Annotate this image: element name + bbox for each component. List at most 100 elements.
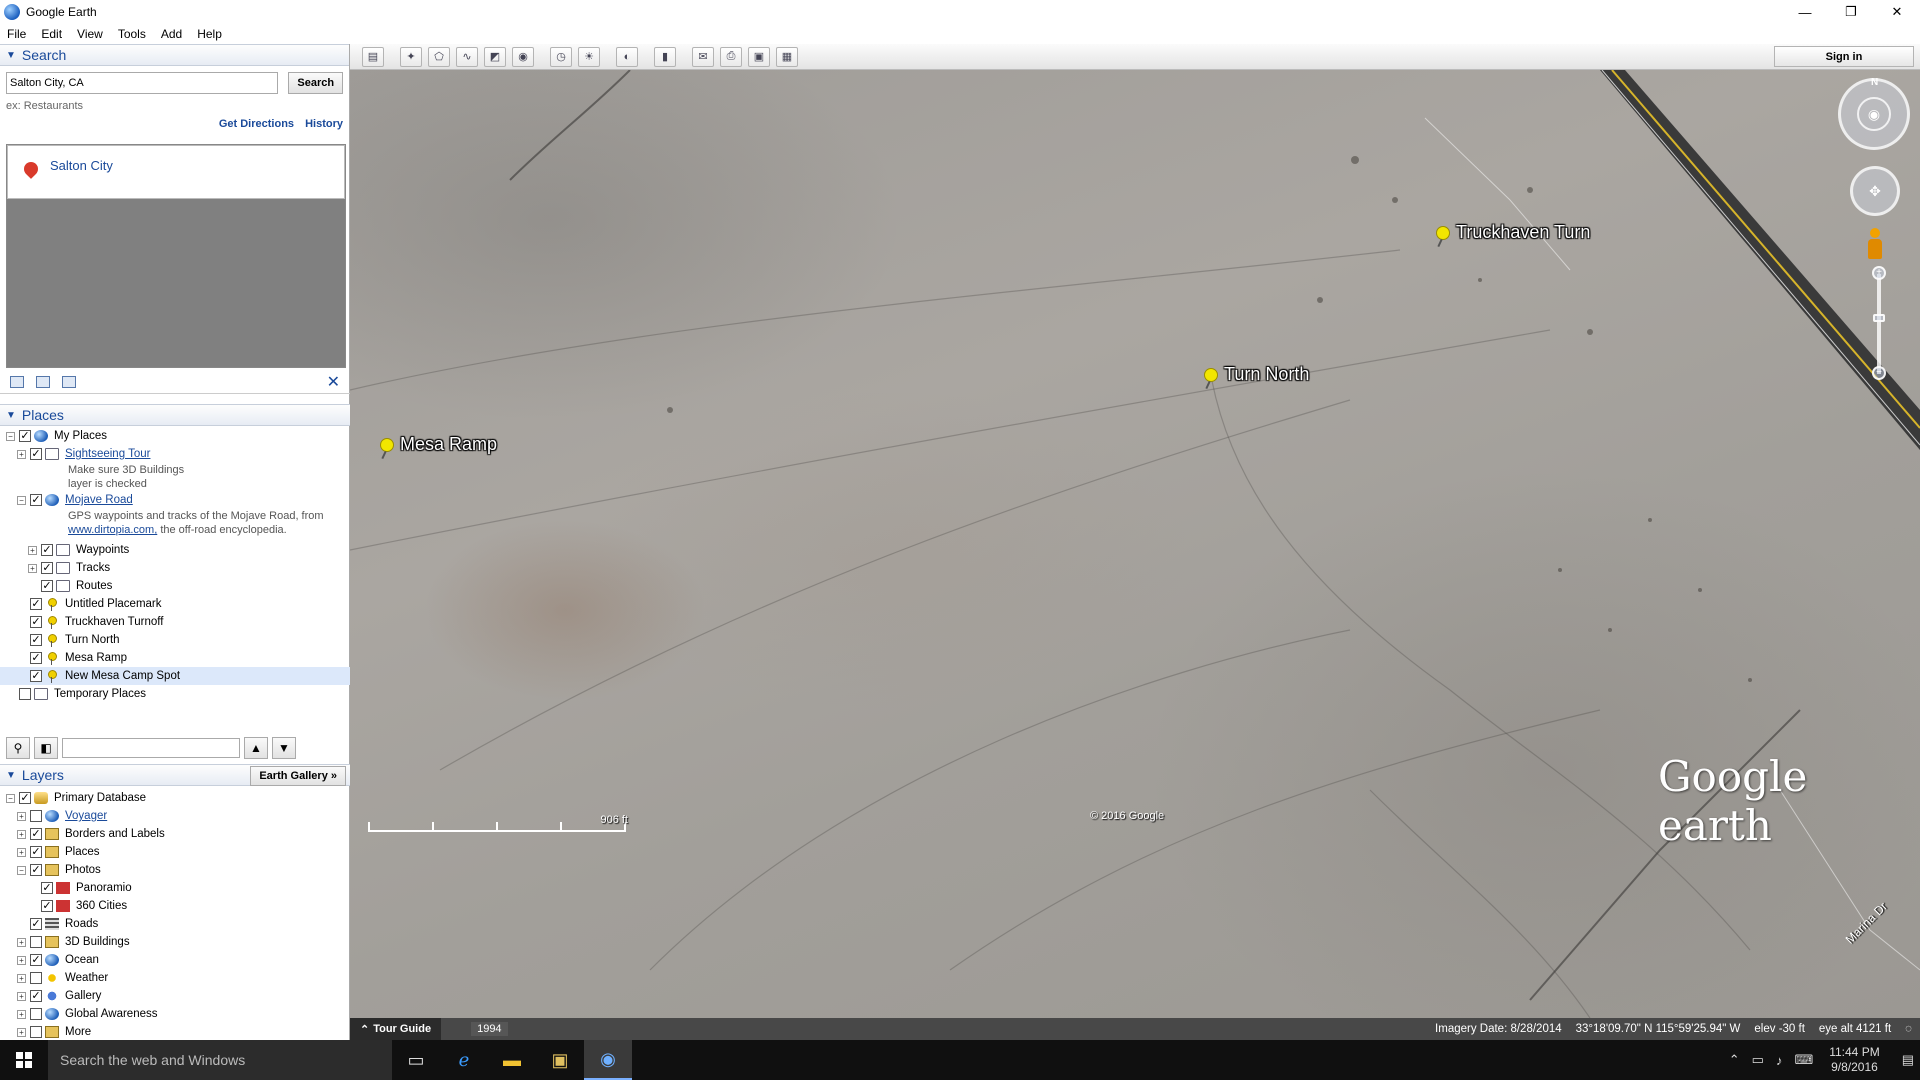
places-filter-input[interactable]	[62, 738, 240, 758]
clock[interactable]: 11:44 PM 9/8/2016	[1829, 1045, 1879, 1075]
layers-item[interactable]: ✓ 360 Cities	[0, 897, 350, 915]
expand-icon[interactable]: +	[17, 847, 26, 857]
expand-icon[interactable]: +	[17, 829, 26, 839]
look-navigation-control[interactable]: N ◉	[1838, 77, 1910, 150]
expand-icon[interactable]: +	[17, 973, 26, 983]
file-explorer-icon[interactable]: ▬	[488, 1040, 536, 1080]
layers-item[interactable]: + Global Awareness	[0, 1005, 350, 1023]
expand-icon[interactable]: +	[17, 1009, 26, 1019]
visibility-checkbox[interactable]: ✓	[30, 918, 42, 930]
visibility-checkbox[interactable]: ✓	[30, 598, 42, 610]
ruler-icon[interactable]: ▮	[654, 46, 676, 67]
menu-file[interactable]: File	[0, 27, 34, 41]
layers-item[interactable]: ✓ Roads	[0, 915, 350, 933]
record-tour-icon[interactable]: ◉	[512, 46, 534, 67]
print-results-icon[interactable]	[62, 375, 76, 388]
placemark-mesa-ramp[interactable]: Mesa Ramp	[380, 434, 497, 455]
expand-icon[interactable]: +	[17, 937, 26, 947]
polygon-icon[interactable]: ⬠	[428, 46, 450, 67]
expand-icon[interactable]: +	[17, 449, 26, 459]
layers-item[interactable]: + More	[0, 1023, 350, 1041]
layers-item[interactable]: + ✓ Ocean	[0, 951, 350, 969]
visibility-checkbox[interactable]: ✓	[30, 828, 42, 840]
sign-in-button[interactable]: Sign in	[1774, 46, 1914, 67]
layers-item[interactable]: − ✓ Photos	[0, 861, 350, 879]
visibility-checkbox[interactable]: ✓	[41, 900, 53, 912]
visibility-checkbox[interactable]: ✓	[30, 616, 42, 628]
placemark-turn-north[interactable]: Turn North	[1204, 364, 1309, 385]
volume-icon[interactable]: ♪	[1776, 1053, 1783, 1068]
places-item[interactable]: + ✓ Sightseeing Tour	[0, 445, 350, 463]
menu-edit[interactable]: Edit	[34, 27, 70, 41]
places-item[interactable]: + ✓ Tracks	[0, 559, 350, 577]
menu-tools[interactable]: Tools	[111, 27, 154, 41]
expand-icon[interactable]: +	[17, 811, 26, 821]
placemark-icon[interactable]: ✦	[400, 46, 422, 67]
move-up-icon[interactable]: ▲	[244, 737, 268, 759]
history-link[interactable]: History	[305, 118, 343, 130]
planets-icon[interactable]: ◐	[616, 46, 638, 67]
historical-imagery-icon[interactable]: ◷	[550, 46, 572, 67]
path-icon[interactable]: ∿	[456, 46, 478, 67]
copy-results-icon[interactable]	[36, 375, 50, 388]
menu-add[interactable]: Add	[154, 27, 190, 41]
expand-icon[interactable]: +	[17, 1027, 26, 1037]
google-earth-taskbar-icon[interactable]: ◉	[584, 1040, 632, 1080]
menu-help[interactable]: Help	[190, 27, 230, 41]
add-to-places-icon[interactable]	[10, 375, 24, 388]
visibility-checkbox[interactable]	[19, 688, 31, 700]
places-item-label[interactable]: Sightseeing Tour	[65, 448, 150, 460]
map-viewport[interactable]: Truckhaven Turn Turn North Mesa Ramp N ◉…	[350, 70, 1920, 1018]
expand-icon[interactable]: +	[17, 955, 26, 965]
menu-view[interactable]: View	[70, 27, 111, 41]
zoom-handle[interactable]	[1873, 314, 1885, 322]
visibility-checkbox[interactable]: ✓	[30, 954, 42, 966]
close-button[interactable]: ✕	[1874, 0, 1920, 24]
visibility-checkbox[interactable]	[30, 936, 42, 948]
search-panel-header[interactable]: ▼ Search	[0, 44, 349, 66]
get-directions-link[interactable]: Get Directions	[219, 118, 294, 130]
email-icon[interactable]: ✉	[692, 46, 714, 67]
street-view-pegman-icon[interactable]	[1868, 228, 1882, 260]
visibility-checkbox[interactable]: ✓	[41, 882, 53, 894]
places-item[interactable]: + ✓ Waypoints	[0, 541, 350, 559]
layers-item[interactable]: + ✓ Places	[0, 843, 350, 861]
places-item[interactable]: ✓ Untitled Placemark	[0, 595, 350, 613]
visibility-checkbox[interactable]: ✓	[19, 430, 31, 442]
tray-chevron-icon[interactable]: ⌃	[1729, 1052, 1740, 1068]
zoom-track[interactable]	[1877, 274, 1881, 374]
tour-guide-button[interactable]: ⌃ Tour Guide	[350, 1018, 442, 1040]
visibility-checkbox[interactable]: ✓	[30, 448, 42, 460]
print-icon[interactable]: ⎙	[720, 46, 742, 67]
visibility-checkbox[interactable]: ✓	[19, 792, 31, 804]
collapse-icon[interactable]: −	[6, 431, 15, 441]
layers-item[interactable]: + ✓ Borders and Labels	[0, 825, 350, 843]
places-item-label[interactable]: Mojave Road	[65, 494, 133, 506]
search-result-item[interactable]: Salton City	[7, 145, 345, 199]
zoom-slider[interactable]: + −	[1872, 266, 1886, 382]
visibility-checkbox[interactable]: ✓	[30, 634, 42, 646]
visibility-checkbox[interactable]: ✓	[41, 562, 53, 574]
earth-gallery-button[interactable]: Earth Gallery »	[250, 766, 346, 786]
placemark-truckhaven[interactable]: Truckhaven Turn	[1436, 222, 1590, 243]
network-icon[interactable]: ▭	[1752, 1052, 1764, 1068]
places-item[interactable]: ✓ Mesa Ramp	[0, 649, 350, 667]
places-item[interactable]: ✓ New Mesa Camp Spot	[0, 667, 350, 685]
visibility-checkbox[interactable]: ✓	[41, 544, 53, 556]
layers-item[interactable]: + ✓ Gallery	[0, 987, 350, 1005]
layers-item[interactable]: +3D Buildings	[0, 933, 350, 951]
places-item[interactable]: ✓ Truckhaven Turnoff	[0, 613, 350, 631]
move-down-icon[interactable]: ▼	[272, 737, 296, 759]
layers-panel-header[interactable]: ▼ Layers Earth Gallery »	[0, 764, 350, 786]
visibility-checkbox[interactable]: ✓	[30, 652, 42, 664]
sunlight-icon[interactable]: ☀	[578, 46, 600, 67]
expand-icon[interactable]: +	[28, 545, 37, 555]
dirtopia-link[interactable]: www.dirtopia.com,	[68, 524, 157, 536]
zoom-in-icon[interactable]: +	[1872, 266, 1886, 280]
search-button[interactable]: Search	[288, 72, 343, 94]
layers-item[interactable]: − ✓ Primary Database	[0, 789, 350, 807]
places-search-icon[interactable]: ⚲	[6, 737, 30, 759]
action-center-icon[interactable]: ▤	[1902, 1052, 1914, 1068]
collapse-icon[interactable]: −	[17, 495, 26, 505]
visibility-checkbox[interactable]	[30, 972, 42, 984]
